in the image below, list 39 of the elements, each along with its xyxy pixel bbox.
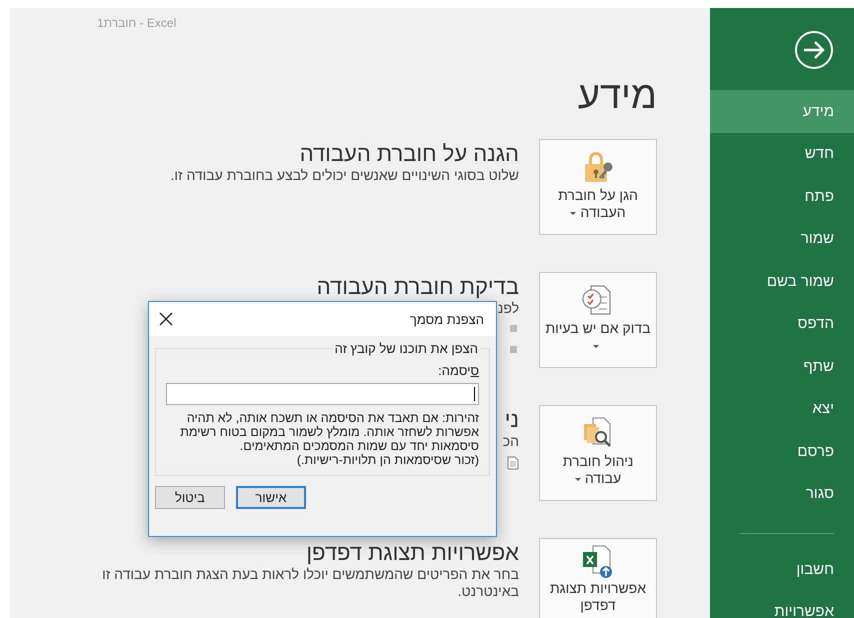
sidebar-item[interactable]: שמור בשם [710,260,854,302]
sidebar-item[interactable]: פרסם [710,430,854,472]
back-arrow-icon[interactable] [794,30,834,70]
section-button[interactable]: בדוק אם יש בעיות [539,272,657,368]
section-description: בחר את הפריטים שהמשתמשים יוכלו לראות בעת הצגת חוברת עבודה זו באינטרנט. [101,566,519,600]
bullet-icon [510,346,517,353]
password-field[interactable] [166,383,479,405]
sidebar-item[interactable]: חשבון [710,548,854,590]
group-label: הצפן את תוכנו של קובץ זה [332,341,481,356]
section-title: הגנה על חוברת העבודה [300,141,519,167]
window-title: חוברת1 - Excel [97,16,176,30]
sidebar-item[interactable]: אפשרויות [710,590,854,618]
document-icon [507,456,519,470]
section-title: בדיקת חוברת העבודה [316,274,519,300]
sidebar-item[interactable]: יצא [710,388,854,430]
dialog-title: הצפנת מסמך [410,312,484,326]
section-description: שלוט בסוגי השינויים שאנשים יכולים לבצע בחוברת עבודה זו. [170,167,519,184]
dialog-button[interactable]: ביטול [155,486,225,509]
page-heading: מידע [576,74,657,118]
section-button[interactable]: הגן על חוברת העבודה [539,139,657,235]
password-label: סיסמה: [438,363,479,379]
spreadsheet-upload-icon [581,545,615,579]
warning-text: זהירות: אם תאבד את הסיסמה או תשכח אותה, לא תהיה אפשרות לשחזר אותה. מומלץ לשמור במקום בטוח רשימת סיסמאות יחד עם שמות המסמכים המתאימים. [179,411,479,453]
sidebar-item[interactable]: שתף [710,345,854,388]
sidebar-item[interactable]: שמור [710,218,854,260]
sidebar-item[interactable]: חדש [710,132,854,175]
section-description: הכ [502,433,519,450]
sidebar-item[interactable]: סגור [710,472,854,515]
sidebar-item[interactable]: הדפס [710,302,854,345]
section-title: אפשרויות תצוגת דפדפן [306,540,519,566]
section-button[interactable]: ניהול חוברת עבודה [539,405,657,501]
sidebar-item[interactable]: מידע [710,90,854,132]
bullet-icon [510,325,517,332]
dialog-button[interactable]: אישור [236,486,306,509]
section-title: ני [504,407,519,433]
section-button[interactable]: אפשרויות תצוגת דפדפן [539,538,657,618]
sidebar-item[interactable]: פתח [710,175,854,218]
section-description: לפנ [498,300,519,317]
note-text: (זכור שסיסמאות הן תלויות-רישיות.) [296,453,479,467]
